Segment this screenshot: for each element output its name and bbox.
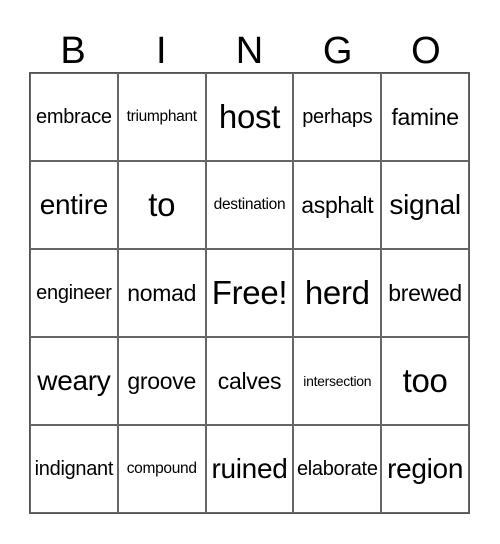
- bingo-cell[interactable]: indignant: [30, 425, 118, 513]
- bingo-cell[interactable]: region: [381, 425, 469, 513]
- bingo-cell[interactable]: engineer: [30, 249, 118, 337]
- bingo-cell[interactable]: nomad: [117, 249, 206, 337]
- bingo-cell[interactable]: elaborate: [293, 425, 382, 513]
- free-space-cell[interactable]: Free!: [205, 249, 294, 337]
- bingo-cell[interactable]: embrace: [30, 73, 118, 161]
- header-letter-n: N: [235, 30, 264, 72]
- bingo-cell[interactable]: compound: [117, 425, 206, 513]
- header-letter-o: O: [411, 30, 441, 72]
- bingo-cell[interactable]: destination: [205, 161, 294, 249]
- bingo-cell[interactable]: asphalt: [293, 161, 382, 249]
- bingo-cell[interactable]: too: [381, 337, 469, 425]
- header-letter-g: G: [322, 30, 353, 72]
- bingo-cell[interactable]: herd: [293, 249, 382, 337]
- bingo-cell[interactable]: triumphant: [117, 73, 206, 161]
- bingo-cell[interactable]: signal: [381, 161, 469, 249]
- bingo-cell[interactable]: entire: [30, 161, 118, 249]
- bingo-cell[interactable]: to: [117, 161, 206, 249]
- header-letter-i: I: [156, 30, 167, 72]
- bingo-cell[interactable]: weary: [30, 337, 118, 425]
- bingo-cell[interactable]: ruined: [205, 425, 294, 513]
- bingo-header: B I N G O: [29, 30, 470, 72]
- bingo-card-grid: embrace triumphant host perhaps famine entire…: [29, 72, 470, 514]
- bingo-cell[interactable]: famine: [381, 73, 469, 161]
- bingo-cell[interactable]: brewed: [381, 249, 469, 337]
- bingo-cell[interactable]: groove: [117, 337, 206, 425]
- bingo-cell[interactable]: intersection: [293, 337, 382, 425]
- header-letter-b: B: [60, 30, 86, 72]
- bingo-cell[interactable]: perhaps: [293, 73, 382, 161]
- bingo-cell[interactable]: calves: [205, 337, 294, 425]
- bingo-cell[interactable]: host: [205, 73, 294, 161]
